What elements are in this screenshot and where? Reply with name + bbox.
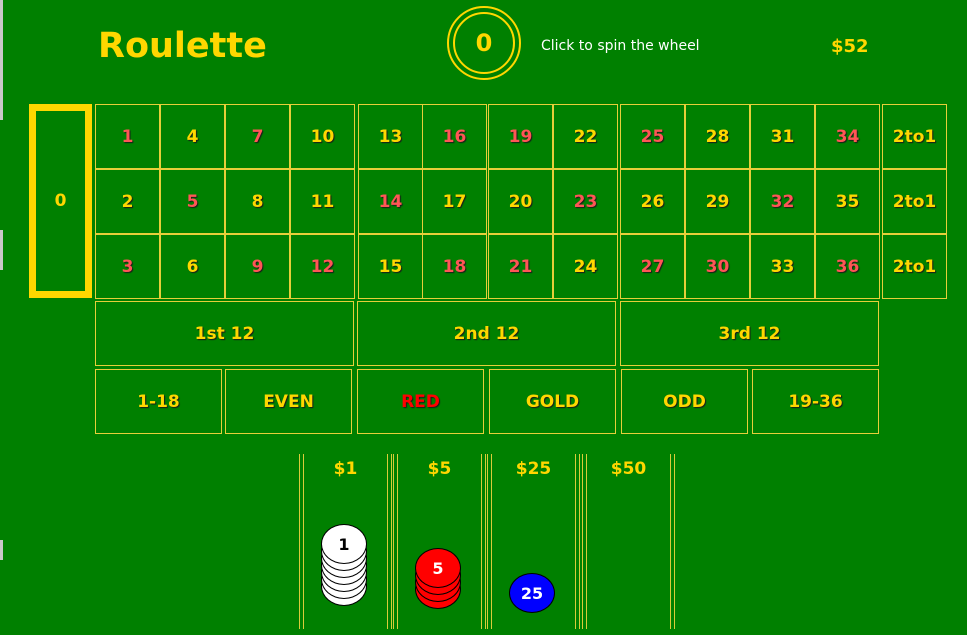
bet-number[interactable]: 23 (553, 169, 618, 234)
bet-outside[interactable]: EVEN (225, 369, 352, 434)
bet-column-2to1[interactable]: 2to1 (882, 169, 947, 234)
chip-top[interactable]: 25 (509, 573, 555, 613)
chip-top[interactable]: 5 (415, 548, 461, 588)
bet-number[interactable]: 28 (685, 104, 750, 169)
balance: $52 (831, 36, 869, 57)
bet-dozen[interactable]: 2nd 12 (357, 301, 616, 366)
chip-column[interactable]: $5 5 (393, 454, 486, 629)
bet-number[interactable]: 10 (290, 104, 355, 169)
bet-outside[interactable]: ODD (621, 369, 748, 434)
bet-zero[interactable]: 0 (29, 104, 92, 298)
bet-outside[interactable]: 1-18 (95, 369, 222, 434)
bet-number[interactable]: 30 (685, 234, 750, 299)
bet-number[interactable]: 4 (160, 104, 225, 169)
chip-denomination-label: $50 (610, 459, 647, 479)
bet-column-2to1[interactable]: 2to1 (882, 104, 947, 169)
spin-wheel[interactable]: 0 (447, 6, 521, 80)
chip-denomination-label: $5 (427, 459, 452, 479)
bet-outside[interactable]: GOLD (489, 369, 616, 434)
bet-outside[interactable]: 19-36 (752, 369, 879, 434)
chip-top[interactable]: 1 (321, 524, 367, 564)
bet-number[interactable]: 8 (225, 169, 290, 234)
bet-number[interactable]: 32 (750, 169, 815, 234)
bet-number[interactable]: 35 (815, 169, 880, 234)
bet-number[interactable]: 24 (553, 234, 618, 299)
bet-number[interactable]: 15 (358, 234, 423, 299)
bet-number[interactable]: 16 (422, 104, 487, 169)
window-edge-bottom (0, 540, 3, 560)
spin-hint: Click to spin the wheel (541, 38, 700, 54)
bet-number[interactable]: 19 (488, 104, 553, 169)
bet-dozen[interactable]: 1st 12 (95, 301, 354, 366)
wheel-number: 0 (453, 12, 515, 74)
bet-number[interactable]: 13 (358, 104, 423, 169)
bet-number[interactable]: 29 (685, 169, 750, 234)
chip-column[interactable]: $1 1 (299, 454, 392, 629)
chip-column[interactable]: $25 25 (487, 454, 580, 629)
bet-number[interactable]: 21 (488, 234, 553, 299)
bet-number[interactable]: 9 (225, 234, 290, 299)
bet-outside[interactable]: RED (357, 369, 484, 434)
bet-number[interactable]: 27 (620, 234, 685, 299)
bet-number[interactable]: 17 (422, 169, 487, 234)
bet-number[interactable]: 2 (95, 169, 160, 234)
bet-number[interactable]: 25 (620, 104, 685, 169)
bet-number[interactable]: 3 (95, 234, 160, 299)
chip-denomination-label: $1 (333, 459, 358, 479)
bet-number[interactable]: 1 (95, 104, 160, 169)
bet-number[interactable]: 18 (422, 234, 487, 299)
bet-number[interactable]: 36 (815, 234, 880, 299)
page-title: Roulette (98, 26, 267, 66)
bet-number[interactable]: 20 (488, 169, 553, 234)
window-edge-top (0, 0, 3, 120)
chip-denomination-label: $25 (515, 459, 552, 479)
bet-number[interactable]: 5 (160, 169, 225, 234)
bet-dozen[interactable]: 3rd 12 (620, 301, 879, 366)
bet-number[interactable]: 14 (358, 169, 423, 234)
bet-number[interactable]: 7 (225, 104, 290, 169)
bet-number[interactable]: 22 (553, 104, 618, 169)
bet-number[interactable]: 6 (160, 234, 225, 299)
bet-number[interactable]: 26 (620, 169, 685, 234)
bet-number[interactable]: 31 (750, 104, 815, 169)
chip-column-divider (586, 454, 671, 629)
bet-number[interactable]: 33 (750, 234, 815, 299)
window-edge-middle (0, 230, 3, 270)
bet-number[interactable]: 12 (290, 234, 355, 299)
bet-number[interactable]: 11 (290, 169, 355, 234)
chip-column[interactable]: $50 (582, 454, 675, 629)
bet-number[interactable]: 34 (815, 104, 880, 169)
bet-column-2to1[interactable]: 2to1 (882, 234, 947, 299)
